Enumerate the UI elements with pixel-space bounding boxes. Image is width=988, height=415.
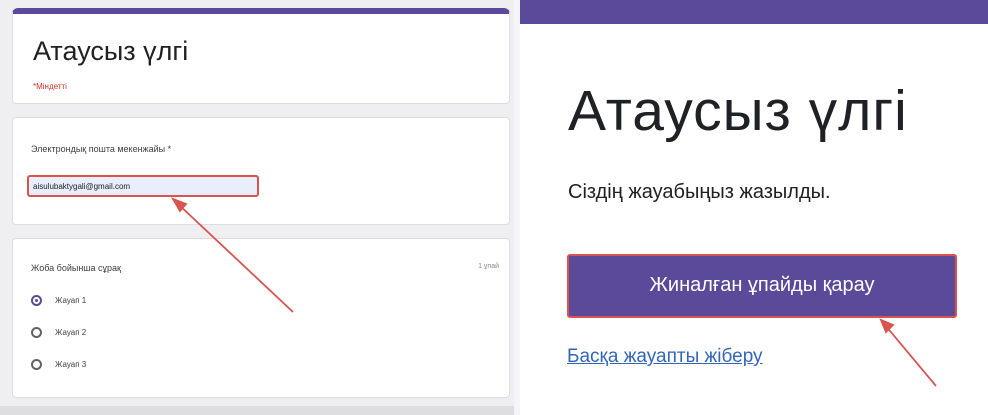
email-field[interactable]: aisulubaktygali@gmail.com xyxy=(27,175,259,197)
view-score-button[interactable]: Жиналған ұпайды қарау xyxy=(567,254,957,318)
email-label: Электрондық пошта мекенжайы * xyxy=(31,144,172,154)
submit-another-link[interactable]: Басқа жауапты жіберу xyxy=(567,346,763,368)
radio-checked-icon[interactable] xyxy=(31,295,42,306)
confirmation-panel: Атаусыз үлгі Сіздің жауабыңыз жазылды. Ж… xyxy=(520,0,988,415)
confirmation-title: Атаусыз үлгі xyxy=(568,79,908,143)
question-card: Жоба бойынша сұрақ 1 ұпай Жауап 1 Жауап … xyxy=(12,238,510,398)
email-card: Электрондық пошта мекенжайы * aisulubakt… xyxy=(12,117,510,225)
radio-unchecked-icon[interactable] xyxy=(31,359,42,370)
form-title: Атаусыз үлгі xyxy=(33,36,189,66)
confirmation-message: Сіздің жауабыңыз жазылды. xyxy=(568,181,831,203)
question-title: Жоба бойынша сұрақ xyxy=(31,263,121,273)
question-points: 1 ұпай xyxy=(478,263,499,270)
option-label: Жауап 2 xyxy=(55,328,87,337)
option-label: Жауап 3 xyxy=(55,360,87,369)
next-card-edge xyxy=(0,406,514,415)
theme-band xyxy=(520,0,988,24)
option-label: Жауап 1 xyxy=(55,296,87,305)
form-header-card: Атаусыз үлгі *Міндетті xyxy=(12,8,510,104)
form-panel: Атаусыз үлгі *Міндетті Электрондық пошта… xyxy=(0,0,514,415)
radio-unchecked-icon[interactable] xyxy=(31,327,42,338)
required-note: *Міндетті xyxy=(33,82,67,91)
